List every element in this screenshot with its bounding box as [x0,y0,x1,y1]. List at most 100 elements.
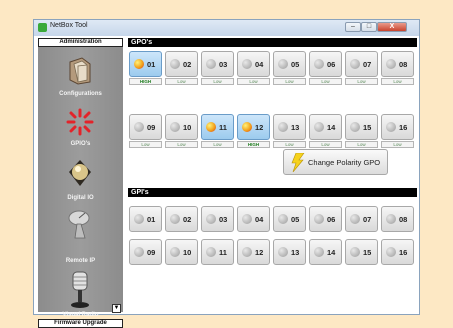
gpo-channel-button[interactable]: 13 [273,114,306,140]
led-indicator-icon [242,214,252,224]
channel-number: 15 [363,123,372,132]
channel-number: 03 [219,60,228,69]
change-polarity-gpo-button[interactable]: Change Polarity GPO [283,149,388,175]
channel-state-label: Low [381,141,414,148]
channel-state-label: Low [165,141,198,148]
gpo-channel-button[interactable]: 06 [309,51,342,77]
close-button[interactable]: X [377,22,407,32]
sidebar-header-administration[interactable]: Administration [38,38,123,47]
channel-number: 02 [183,215,192,224]
channel-number: 08 [399,215,408,224]
sidebar-item-visual-radio[interactable]: Visual Radio [38,268,123,318]
led-indicator-icon [314,122,324,132]
gpi-channel-button[interactable]: 16 [381,239,414,265]
sidebar: Administration Configurations GPIO's Dig… [38,38,123,328]
change-polarity-label: Change Polarity GPO [308,158,381,167]
led-indicator-icon [386,59,396,69]
gpi-channel-button[interactable]: 02 [165,206,198,232]
led-indicator-icon [278,214,288,224]
channel-number: 04 [255,60,264,69]
gpo-channel-button[interactable]: 01 [129,51,162,77]
channel-number: 07 [363,60,372,69]
book-icon [69,57,91,85]
gpi-channel-button[interactable]: 06 [309,206,342,232]
channel-number: 10 [183,123,192,132]
led-indicator-icon [314,247,324,257]
sidebar-item-digital-io[interactable]: Digital IO [38,154,123,206]
channel-number: 15 [363,248,372,257]
gpi-channel-button[interactable]: 09 [129,239,162,265]
led-indicator-icon [206,59,216,69]
channel-number: 07 [363,215,372,224]
gpo-channel-button[interactable]: 09 [129,114,162,140]
satellite-dish-icon [68,210,90,239]
gpi-channel-button[interactable]: 13 [273,239,306,265]
gpo-channel-button[interactable]: 03 [201,51,234,77]
channel-number: 09 [147,123,156,132]
gpi-channel-button[interactable]: 12 [237,239,270,265]
gpi-channel-button[interactable]: 11 [201,239,234,265]
gpo-channel-button[interactable]: 14 [309,114,342,140]
sidebar-footer-firmware-upgrade[interactable]: Firmware Upgrade [38,319,123,328]
led-indicator-icon [134,122,144,132]
channel-number: 06 [327,60,336,69]
led-indicator-icon [134,247,144,257]
sidebar-item-label: Visual Radio [62,312,99,318]
gpo-channel-button[interactable]: 07 [345,51,378,77]
gpi-channel-button[interactable]: 03 [201,206,234,232]
led-indicator-icon [314,214,324,224]
gpo-channel-button[interactable]: 02 [165,51,198,77]
gpi-channel-button[interactable]: 01 [129,206,162,232]
gpi-channel-button[interactable]: 05 [273,206,306,232]
gpo-channel-button[interactable]: 08 [381,51,414,77]
gpi-channel-button[interactable]: 15 [345,239,378,265]
app-icon [38,23,47,32]
gpo-channel-button[interactable]: 11 [201,114,234,140]
channel-state-label: Low [309,141,342,148]
channel-number: 01 [147,215,156,224]
led-indicator-icon [170,59,180,69]
sidebar-item-gpios[interactable]: GPIO's [38,102,123,154]
gpi-channel-button[interactable]: 14 [309,239,342,265]
channel-number: 16 [399,248,408,257]
gpi-channel-button[interactable]: 07 [345,206,378,232]
led-indicator-icon [134,214,144,224]
gpo-channel-button[interactable]: 15 [345,114,378,140]
sidebar-item-label: GPIO's [70,141,91,147]
window-title: NetBox Tool [50,22,88,29]
channel-state-label: Low [345,141,378,148]
gpo-channel-button[interactable]: 10 [165,114,198,140]
channel-number: 09 [147,248,156,257]
sidebar-item-remote-ip[interactable]: Remote IP [38,206,123,266]
channel-state-label: HIGH [237,141,270,148]
gpi-channel-button[interactable]: 08 [381,206,414,232]
gpi-section-header: GPI's [128,188,417,197]
gpo-channel-button[interactable]: 04 [237,51,270,77]
led-indicator-icon [206,247,216,257]
channel-number: 12 [255,123,264,132]
channel-number: 13 [291,123,300,132]
led-indicator-icon [170,122,180,132]
channel-number: 12 [255,248,264,257]
channel-number: 06 [327,215,336,224]
led-indicator-icon [242,122,252,132]
led-indicator-icon [170,214,180,224]
gpi-channel-button[interactable]: 10 [165,239,198,265]
channel-number: 04 [255,215,264,224]
gpo-channel-button[interactable]: 12 [237,114,270,140]
maximize-button[interactable]: □ [361,22,377,32]
title-bar[interactable]: NetBox Tool – □ X [34,20,419,36]
led-indicator-icon [350,214,360,224]
led-indicator-icon [242,59,252,69]
scroll-down-button[interactable]: ▼ [112,304,121,313]
channel-number: 03 [219,215,228,224]
led-indicator-icon [278,59,288,69]
sidebar-item-configurations[interactable]: Configurations [38,52,123,102]
gpi-channel-button[interactable]: 04 [237,206,270,232]
minimize-button[interactable]: – [345,22,361,32]
gpo-channel-button[interactable]: 16 [381,114,414,140]
channel-number: 13 [291,248,300,257]
gpo-channel-button[interactable]: 05 [273,51,306,77]
channel-state-label: Low [201,78,234,85]
channel-number: 01 [147,60,156,69]
